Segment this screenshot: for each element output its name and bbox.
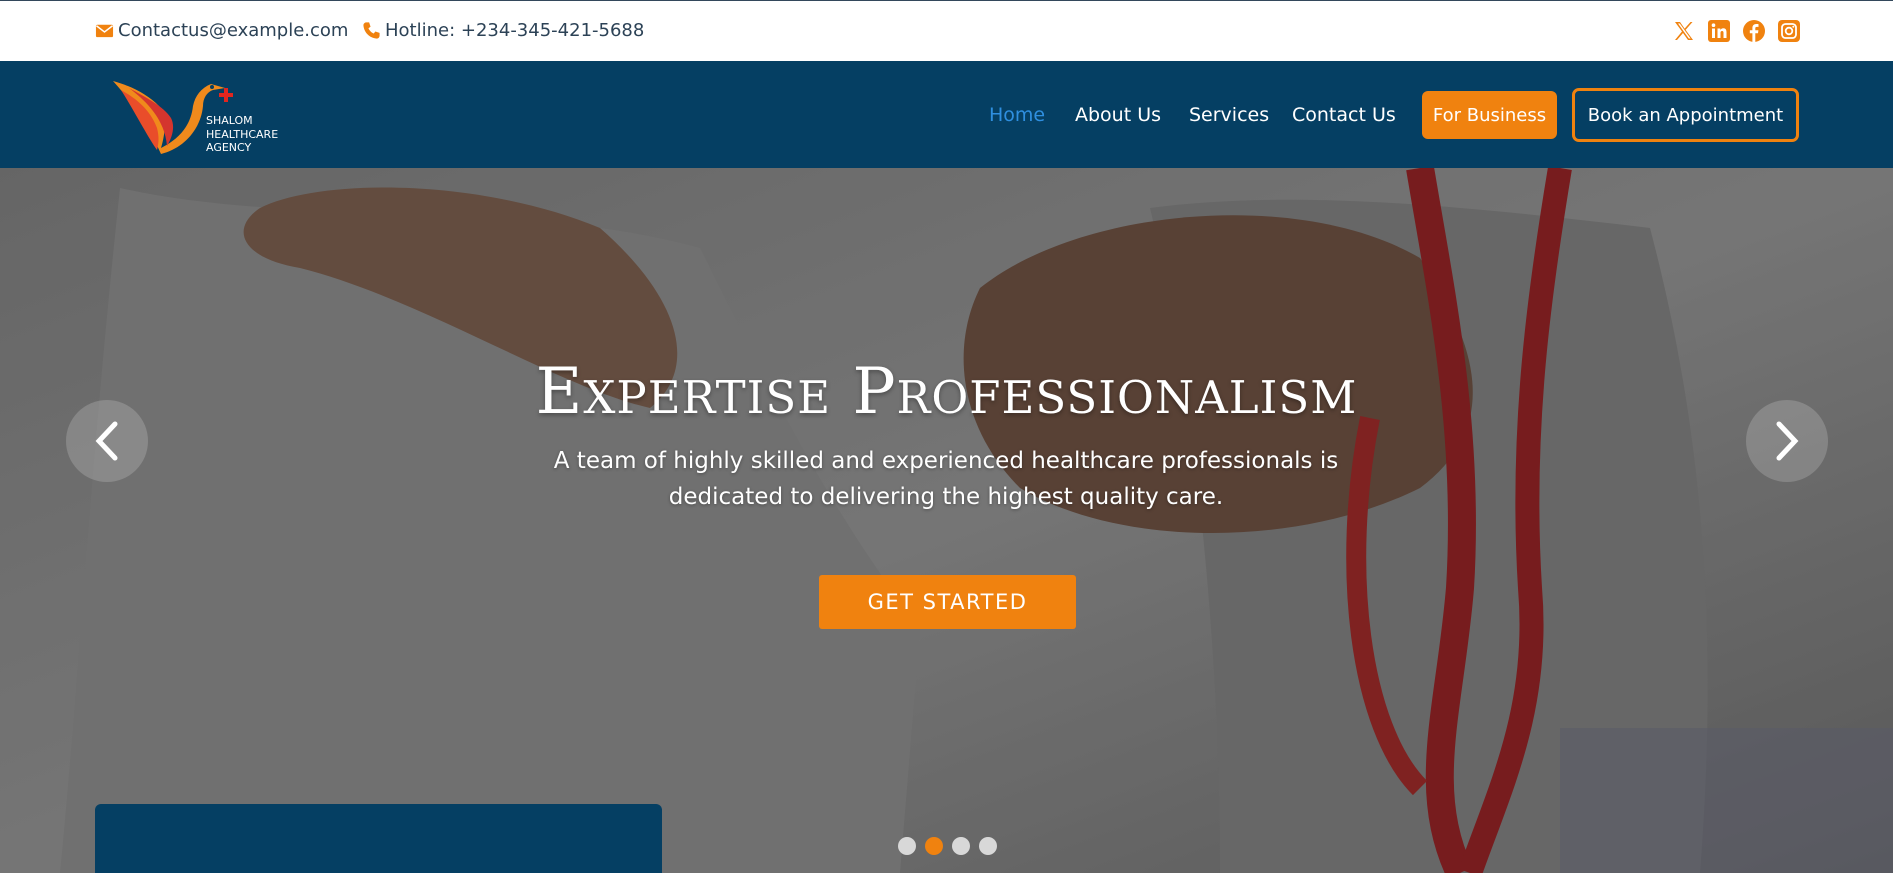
slide-dot-1[interactable]: [898, 837, 916, 855]
hotline-text[interactable]: Hotline: +234-345-421-5688: [385, 20, 644, 41]
top-bar: Contactus@example.com Hotline: +234-345-…: [0, 0, 1893, 61]
get-started-button[interactable]: GET STARTED: [819, 575, 1076, 629]
slide-dot-4[interactable]: [979, 837, 997, 855]
slide-indicators: [898, 837, 997, 855]
facebook-icon[interactable]: [1742, 19, 1766, 43]
for-business-button[interactable]: For Business: [1422, 91, 1557, 139]
nav-item-about-us[interactable]: About Us: [1075, 104, 1161, 126]
email-text[interactable]: Contactus@example.com: [118, 20, 348, 41]
slide-dot-3[interactable]: [952, 837, 970, 855]
nav-item-home[interactable]: Home: [989, 104, 1045, 126]
linkedin-icon[interactable]: [1707, 19, 1731, 43]
hero-slider: Expertise Professionalism A team of high…: [0, 168, 1893, 873]
book-appointment-button[interactable]: Book an Appointment: [1572, 88, 1799, 142]
brand-name: SHALOM HEALTHCARE AGENCY: [206, 114, 279, 154]
x-twitter-icon[interactable]: [1672, 19, 1696, 43]
hotline-contact[interactable]: Hotline: +234-345-421-5688: [362, 20, 644, 41]
hero-subtitle: A team of highly skilled and experienced…: [553, 448, 1339, 510]
nav-item-services[interactable]: Services: [1189, 104, 1269, 126]
hero-title: Expertise Professionalism: [535, 355, 1358, 429]
social-links: [1672, 19, 1801, 43]
nav-item-contact-us[interactable]: Contact Us: [1292, 104, 1396, 126]
phone-icon: [362, 21, 381, 40]
email-contact[interactable]: Contactus@example.com: [95, 20, 348, 41]
info-panel: [95, 804, 662, 873]
slide-dot-2[interactable]: [925, 837, 943, 855]
instagram-icon[interactable]: [1777, 19, 1801, 43]
hero-background-image: [0, 168, 1893, 873]
envelope-icon: [95, 21, 114, 40]
